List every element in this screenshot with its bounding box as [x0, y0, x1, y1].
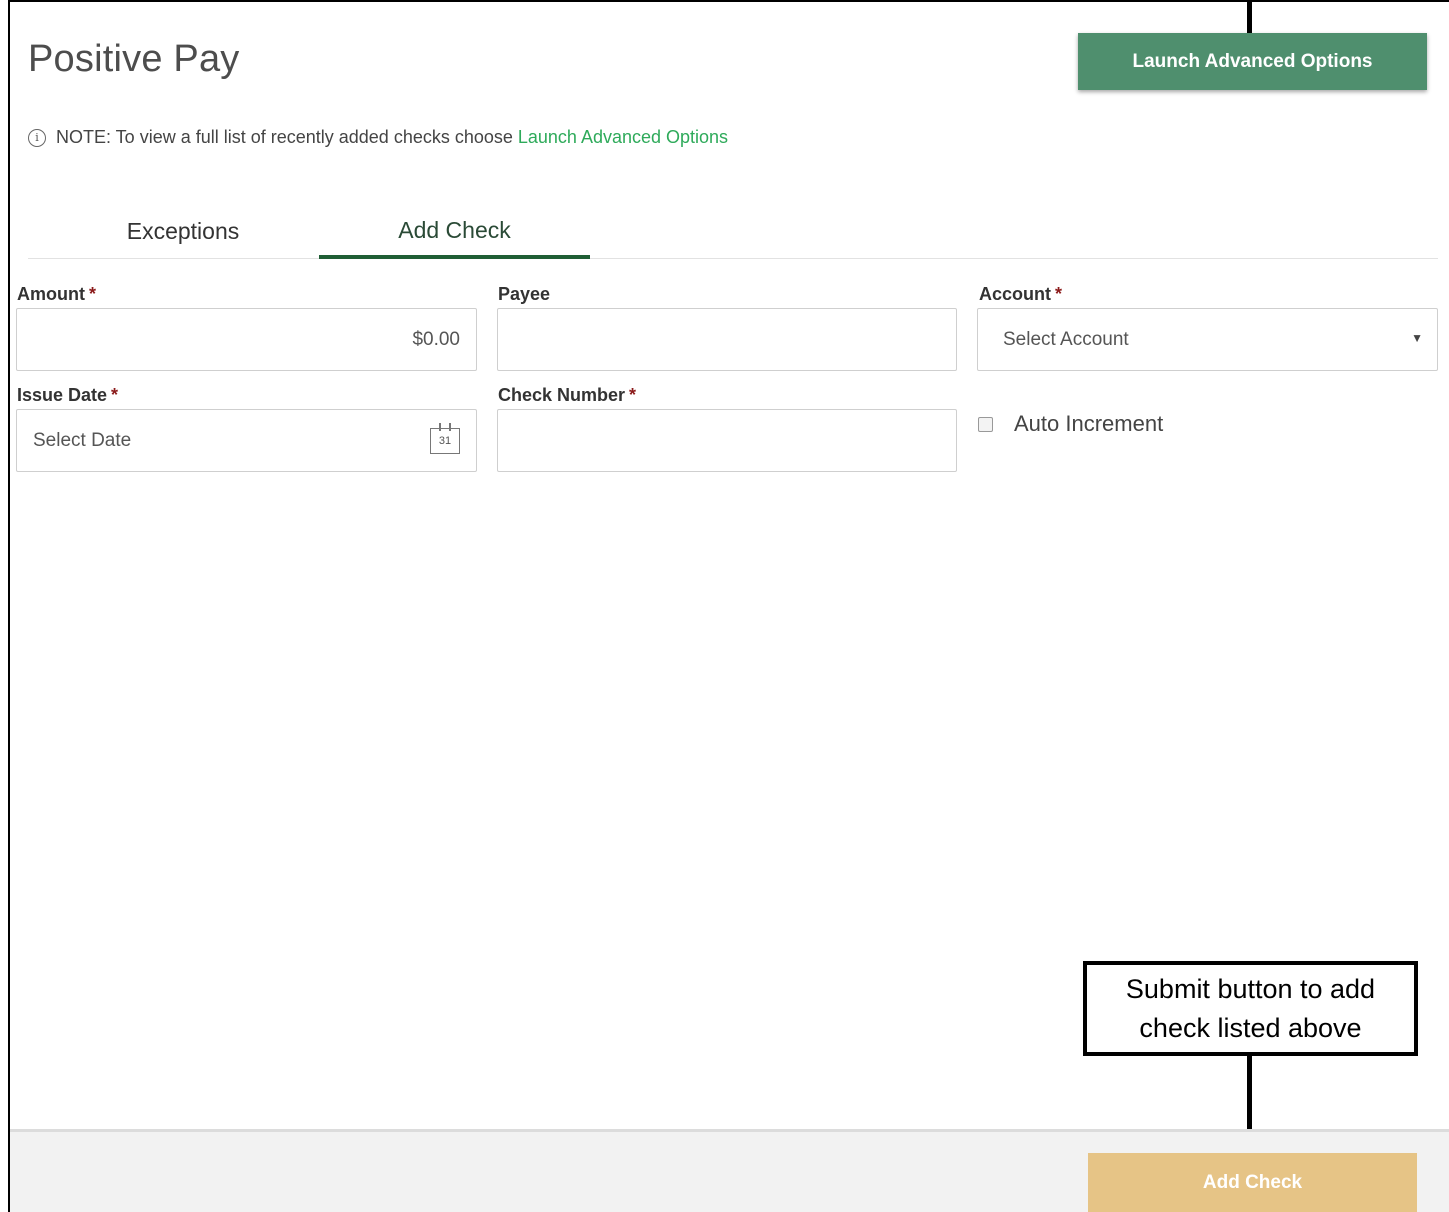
amount-label-text: Amount [17, 284, 85, 304]
issue-date-placeholder: Select Date [33, 429, 132, 451]
check-number-label: Check Number * [498, 385, 636, 406]
required-marker: * [1055, 284, 1063, 304]
account-label-text: Account [979, 284, 1051, 304]
auto-increment-label: Auto Increment [1014, 411, 1164, 436]
launch-advanced-options-button[interactable]: Launch Advanced Options [1078, 33, 1427, 90]
required-marker: * [88, 284, 96, 304]
issue-date-label-text: Issue Date [17, 385, 108, 405]
required-marker: * [629, 385, 637, 405]
issue-date-label: Issue Date * [17, 385, 118, 406]
note-message: i NOTE: To view a full list of recently … [28, 127, 728, 148]
info-icon: i [28, 128, 46, 147]
annotation-callout: Submit button to add check listed above [1083, 961, 1418, 1056]
issue-date-input[interactable]: Select Date 31 [16, 409, 477, 472]
payee-label: Payee [498, 284, 550, 305]
account-select-value: Select Account [1003, 328, 1129, 350]
amount-label: Amount * [17, 284, 96, 305]
required-marker: * [111, 385, 119, 405]
check-number-input[interactable] [497, 409, 957, 472]
caret-down-icon: ▼ [1411, 331, 1423, 345]
callout-line-2: check listed above [1139, 1012, 1362, 1043]
tab-add-check[interactable]: Add Check [319, 205, 590, 259]
account-select[interactable]: Select Account ▼ [977, 308, 1438, 371]
note-text: NOTE: To view a full list of recently ad… [56, 127, 513, 147]
add-check-submit-button[interactable]: Add Check [1088, 1153, 1417, 1212]
annotation-pointer-line-top [1247, 0, 1252, 33]
payee-label-text: Payee [498, 284, 551, 304]
launch-advanced-options-link[interactable]: Launch Advanced Options [518, 127, 728, 148]
callout-line-1: Submit button to add [1125, 973, 1376, 1004]
auto-increment-option[interactable]: Auto Increment [978, 411, 1163, 437]
tab-exceptions[interactable]: Exceptions [28, 205, 338, 257]
tab-bar: Exceptions Add Check [28, 205, 1438, 259]
auto-increment-checkbox[interactable] [978, 416, 993, 432]
check-number-label-text: Check Number [498, 385, 626, 405]
amount-input[interactable] [16, 308, 477, 371]
payee-input[interactable] [497, 308, 957, 371]
page-title: Positive Pay [28, 38, 240, 80]
account-label: Account * [979, 284, 1062, 305]
calendar-icon[interactable]: 31 [430, 423, 460, 454]
